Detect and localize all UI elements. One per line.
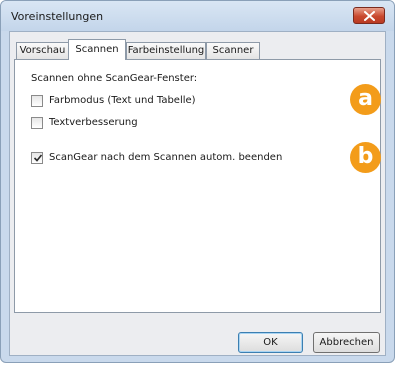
- tab-label: Scanner: [212, 45, 254, 56]
- text-enhancement-checkbox[interactable]: [31, 117, 43, 129]
- text-enhancement-label: Textverbesserung: [49, 117, 138, 128]
- scannen-tab-panel: Scannen ohne ScanGear-Fenster: Farbmodus…: [14, 59, 381, 313]
- color-mode-checkbox[interactable]: [31, 95, 43, 107]
- cancel-button[interactable]: Abbrechen: [313, 332, 380, 353]
- ok-button[interactable]: OK: [238, 332, 303, 353]
- tab-farbeinstellung[interactable]: Farbeinstellung: [126, 42, 206, 59]
- auto-close-label: ScanGear nach dem Scannen autom. beenden: [49, 152, 283, 163]
- tab-scanner[interactable]: Scanner: [206, 42, 260, 59]
- close-x-icon: [364, 11, 375, 21]
- dialog-body: Vorschau Scannen Farbeinstellung Scanner…: [9, 31, 386, 356]
- color-mode-label: Farbmodus (Text und Tabelle): [49, 95, 196, 106]
- tab-label: Farbeinstellung: [127, 45, 205, 56]
- tab-label: Scannen: [75, 44, 119, 55]
- callout-a-badge: a: [350, 84, 381, 115]
- tab-vorschau[interactable]: Vorschau: [16, 42, 69, 59]
- preferences-dialog: Voreinstellungen Vorschau Scannen Farbei…: [0, 0, 395, 363]
- title-bar: Voreinstellungen: [1, 1, 394, 31]
- auto-close-checkbox[interactable]: [31, 152, 43, 164]
- tab-scannen[interactable]: Scannen: [68, 39, 126, 60]
- close-button[interactable]: [353, 7, 385, 24]
- window-title: Voreinstellungen: [11, 10, 104, 23]
- callout-b-badge: b: [350, 142, 381, 173]
- tab-label: Vorschau: [19, 45, 66, 56]
- checkmark-icon: [33, 154, 43, 162]
- scan-without-scangear-label: Scannen ohne ScanGear-Fenster:: [31, 73, 198, 84]
